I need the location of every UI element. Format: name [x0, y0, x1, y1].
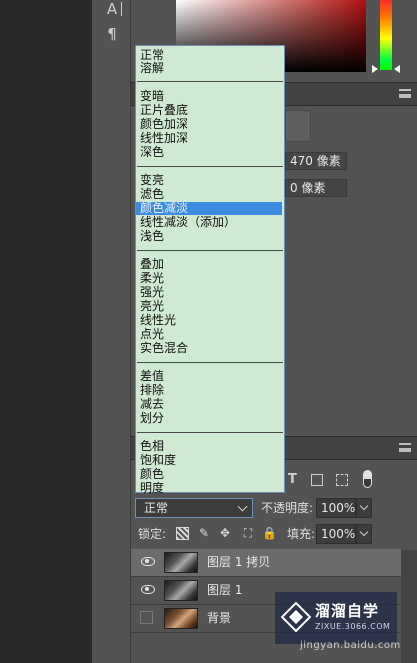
- blend-mode-select[interactable]: 正常: [135, 498, 253, 518]
- filter-toggle-icon[interactable]: [363, 470, 372, 488]
- fill-dropdown-button[interactable]: [356, 524, 372, 544]
- blend-option[interactable]: 减去: [140, 398, 282, 411]
- lock-label: 锁定:: [138, 527, 167, 541]
- blend-option[interactable]: 正片叠底: [140, 104, 282, 117]
- layer-name: 图层 1 拷贝: [207, 555, 271, 569]
- layers-scrollbar[interactable]: [401, 550, 417, 663]
- text-cursor-icon: [121, 2, 122, 16]
- blend-option[interactable]: 排除: [140, 384, 282, 397]
- eye-icon[interactable]: [141, 585, 155, 594]
- width-field[interactable]: 470 像素: [285, 152, 347, 170]
- fill-input[interactable]: 100%: [316, 524, 356, 544]
- watermark-title: 溜溜自学: [315, 602, 380, 620]
- properties-tab[interactable]: [285, 110, 311, 142]
- eye-icon[interactable]: [141, 557, 155, 566]
- blend-option[interactable]: 变亮: [140, 174, 282, 187]
- blend-option[interactable]: 强光: [140, 286, 282, 299]
- blend-option[interactable]: 划分: [140, 412, 282, 425]
- blend-option[interactable]: 饱和度: [140, 454, 282, 467]
- layer-name: 图层 1: [207, 583, 243, 597]
- opacity-label: 不透明度:: [261, 501, 314, 515]
- blend-option[interactable]: 线性加深: [140, 132, 282, 145]
- toolbar-column: A ¶: [92, 0, 131, 663]
- layer-name: 背景: [207, 611, 232, 625]
- visibility-toggle-empty-icon[interactable]: [140, 611, 153, 624]
- blend-option[interactable]: 叠加: [140, 258, 282, 271]
- watermark: 溜溜自学 ZIXUE.3066.COM: [275, 592, 397, 644]
- blend-option[interactable]: 浅色: [140, 230, 282, 243]
- blend-option[interactable]: 差值: [140, 370, 282, 383]
- paragraph-icon[interactable]: ¶: [104, 25, 120, 43]
- menu-divider: [137, 432, 283, 433]
- blend-option-highlighted[interactable]: 颜色减淡: [136, 202, 282, 215]
- blend-option[interactable]: 变暗: [140, 90, 282, 103]
- menu-divider: [137, 362, 283, 363]
- lock-all-icon[interactable]: 🔒: [262, 526, 277, 540]
- blend-option[interactable]: 滤色: [140, 188, 282, 201]
- watermark-subtitle: ZIXUE.3066.COM: [315, 622, 391, 631]
- blend-mode-dropdown-list: 正常 溶解 变暗 正片叠底 颜色加深 线性加深 深色 变亮 滤色 颜色减淡 线性…: [135, 45, 285, 495]
- blend-option[interactable]: 线性光: [140, 314, 282, 327]
- layer-thumbnail: [164, 552, 198, 573]
- type-filter-icon[interactable]: T: [288, 472, 297, 487]
- opacity-input[interactable]: 100%: [316, 498, 356, 518]
- hue-pointer-right-icon[interactable]: [394, 65, 400, 73]
- menu-divider: [137, 250, 283, 251]
- opacity-dropdown-button[interactable]: [356, 498, 372, 518]
- blend-option[interactable]: 色相: [140, 440, 282, 453]
- chevron-down-icon: [237, 501, 248, 512]
- watermark-logo-icon: [281, 602, 311, 632]
- type-tool-icon[interactable]: A: [104, 0, 120, 18]
- panel-menu-icon[interactable]: [399, 89, 411, 98]
- lock-artboard-icon[interactable]: ⛶: [241, 526, 255, 540]
- smart-object-filter-icon[interactable]: [336, 474, 348, 486]
- blend-option[interactable]: 柔光: [140, 272, 282, 285]
- blend-option[interactable]: 明度: [140, 482, 282, 495]
- blend-option[interactable]: 颜色加深: [140, 118, 282, 131]
- blend-option[interactable]: 点光: [140, 328, 282, 341]
- hue-slider[interactable]: [380, 0, 392, 70]
- lock-brush-icon[interactable]: ✎: [197, 526, 211, 540]
- layer-thumbnail: [164, 608, 198, 629]
- blend-mode-value: 正常: [144, 501, 169, 515]
- watermark-url: jingyan.baidu.com: [300, 640, 401, 651]
- layers-panel-menu-icon[interactable]: [399, 443, 411, 452]
- blend-option[interactable]: 深色: [140, 146, 282, 159]
- hue-pointer-left-icon[interactable]: [372, 65, 378, 73]
- offset-field[interactable]: 0 像素: [285, 179, 347, 197]
- lock-transparent-icon[interactable]: [176, 527, 189, 540]
- shape-filter-icon[interactable]: [311, 474, 323, 486]
- menu-divider: [137, 166, 283, 167]
- canvas-area-dark: [0, 0, 92, 663]
- fill-label: 填充:: [287, 527, 316, 541]
- menu-divider: [137, 81, 283, 82]
- lock-move-icon[interactable]: ✥: [218, 526, 232, 540]
- layer-thumbnail: [164, 580, 198, 601]
- layer-row-copy[interactable]: 图层 1 拷贝: [131, 549, 401, 577]
- blend-option[interactable]: 颜色: [140, 468, 282, 481]
- blend-option[interactable]: 溶解: [140, 62, 282, 75]
- blend-option[interactable]: 实色混合: [140, 342, 282, 355]
- blend-option[interactable]: 线性减淡（添加）: [140, 216, 282, 229]
- blend-option[interactable]: 亮光: [140, 300, 282, 313]
